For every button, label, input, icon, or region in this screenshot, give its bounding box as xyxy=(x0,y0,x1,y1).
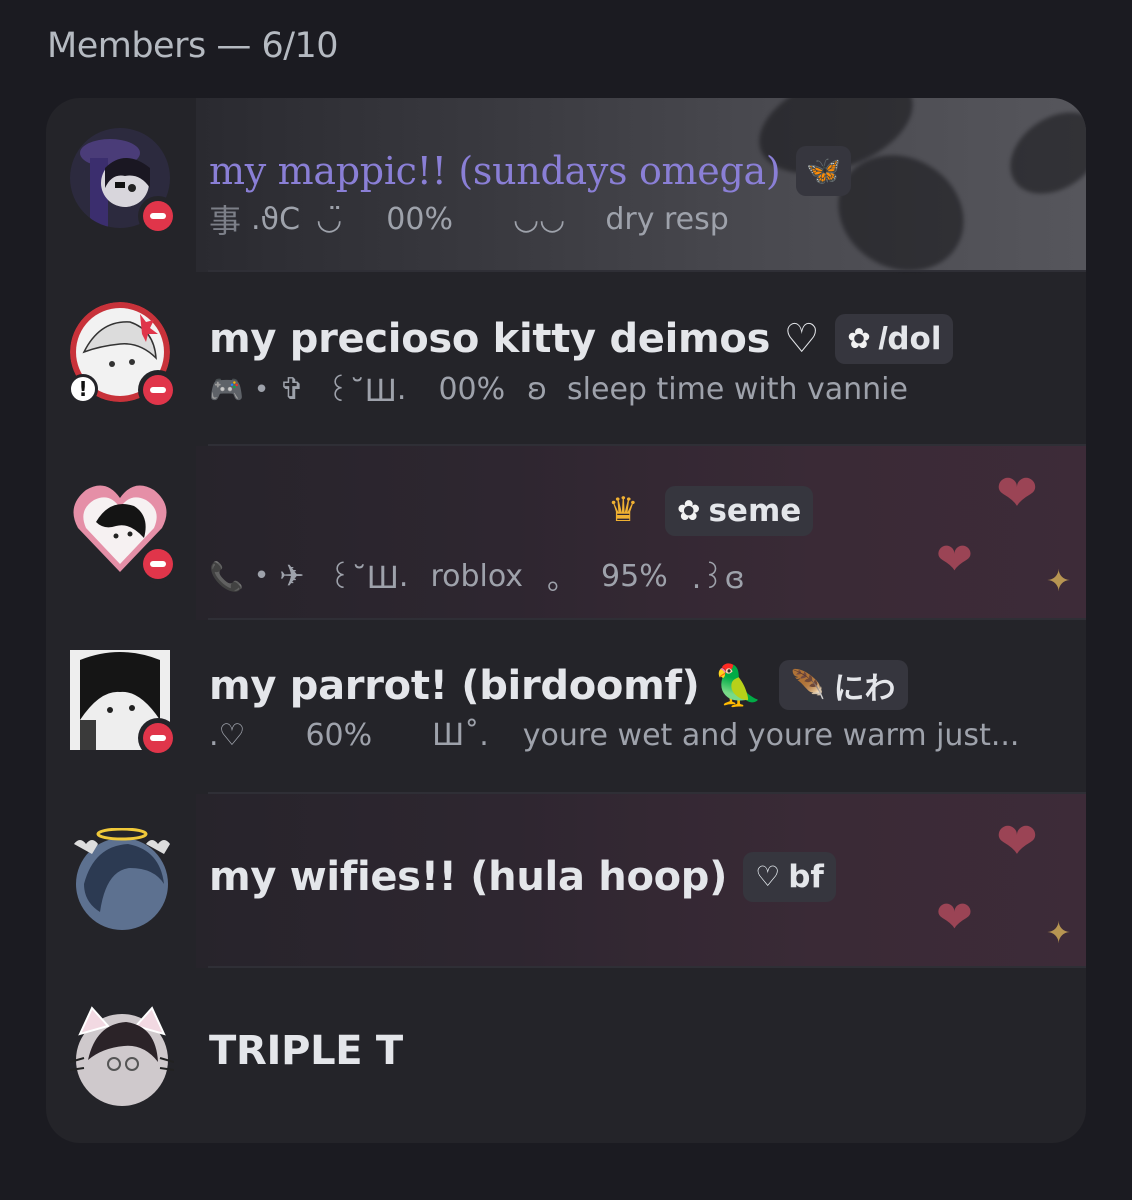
status-text: 事 xyxy=(209,202,242,240)
status-text: dry resp xyxy=(605,201,729,237)
member-name[interactable]: my mappic!! (sundays omega) xyxy=(209,149,781,193)
status-text: Ш˚. xyxy=(432,718,489,753)
status-text: youre wet and youre warm just... xyxy=(522,718,1020,753)
avatar[interactable] xyxy=(70,476,178,584)
status-text: ꒰˘Ш xyxy=(326,374,397,409)
avatar[interactable] xyxy=(70,128,178,236)
phone-call-icon: 📞 xyxy=(209,559,244,593)
member-row[interactable]: TRIPLE T xyxy=(46,968,1086,1142)
status-text: ✞ xyxy=(279,372,305,407)
sparkle-icon: ✦ xyxy=(1046,916,1072,951)
avatar[interactable] xyxy=(70,827,174,932)
status-text: sleep time with vannie xyxy=(567,372,908,407)
heart-icon: ♡ xyxy=(755,860,781,893)
crown-icon: ♛ xyxy=(608,490,639,530)
status-text: roblox xyxy=(430,558,524,594)
avatar[interactable]: ! xyxy=(68,302,178,410)
avatar[interactable] xyxy=(70,650,178,758)
avatar[interactable] xyxy=(69,1004,175,1108)
status-text: ʚ xyxy=(527,372,548,407)
server-tag-label: seme xyxy=(708,493,802,529)
winged-heart-icon: ❤ xyxy=(936,534,973,585)
member-name[interactable]: my precioso kitty deimos ♡ xyxy=(209,316,820,362)
server-tag-badge[interactable]: 🪶 にわ xyxy=(778,660,908,710)
avatar-image xyxy=(74,827,170,930)
alert-icon: ! xyxy=(68,374,98,404)
status-text: ✈ xyxy=(279,558,305,594)
status-text: .♡ xyxy=(209,718,246,753)
member-name[interactable]: my parrot! (birdoomf) 🦜 xyxy=(209,662,763,709)
butterfly-icon: 🦋 xyxy=(806,154,842,187)
flower-icon: ✿ xyxy=(847,322,871,355)
status-text: 。 xyxy=(547,562,578,597)
custom-status: 📞 • ✈ ꒰˘Ш . roblox 。 95% .꒱ɞ xyxy=(209,554,745,598)
separator: • xyxy=(253,374,270,405)
winged-heart-icon: ❤ xyxy=(936,892,973,943)
server-tag-badge[interactable]: ♡ bf xyxy=(743,852,836,902)
member-row[interactable]: my parrot! (birdoomf) 🦜 🪶 にわ .♡ 60% Ш˚. … xyxy=(46,620,1086,794)
status-text: .ϑC xyxy=(251,201,301,237)
status-text: . xyxy=(398,558,409,594)
custom-status: 🎮 • ✞ ꒰˘Ш . 00% ʚ sleep time with vannie xyxy=(209,370,908,409)
sparkle-icon: ✦ xyxy=(1046,564,1072,599)
custom-status: 事 .ϑC ◡̈ 00% ◡◡ dry resp xyxy=(209,196,729,242)
avatar-image xyxy=(69,1006,175,1106)
status-text: ꒰˘Ш xyxy=(328,560,399,596)
status-text: .꒱ɞ xyxy=(691,560,745,596)
flower-icon: ✿ xyxy=(677,494,701,527)
status-text: 00% xyxy=(438,372,506,407)
status-text: 60% xyxy=(305,718,373,753)
status-text: 00% xyxy=(386,201,453,237)
member-name[interactable]: my wifies!! (hula hoop) xyxy=(209,854,727,900)
status-text: . xyxy=(396,372,407,407)
member-list: my mappic!! (sundays omega) 🦋 事 .ϑC ◡̈ 0… xyxy=(46,98,1086,1143)
status-text: 95% xyxy=(601,558,668,594)
separator: • xyxy=(253,561,270,591)
member-name[interactable]: TRIPLE T xyxy=(209,1028,403,1074)
winged-heart-icon: ❤ xyxy=(996,812,1038,870)
server-tag-label: にわ xyxy=(833,670,896,707)
server-tag-badge[interactable]: ✿ 𝐼dol xyxy=(835,314,954,364)
members-section-header: Members — 6/10 xyxy=(47,26,339,66)
do-not-disturb-status-icon xyxy=(138,196,178,236)
member-row[interactable]: my mappic!! (sundays omega) 🦋 事 .ϑC ◡̈ 0… xyxy=(46,98,1086,294)
game-controller-icon: 🎮 xyxy=(209,373,244,406)
member-row[interactable]: ❤ ❤ ✦ my wifies!! (hula hoop) ♡ bf xyxy=(46,794,1086,968)
server-tag-label: bf xyxy=(788,859,824,895)
member-row[interactable]: ! my precioso kitty deimos ♡ ✿ 𝐼dol 🎮 • … xyxy=(46,272,1086,446)
do-not-disturb-status-icon xyxy=(138,718,178,758)
member-row[interactable]: ❤ ❤ ✦ ♛ ✿ seme 📞 • ✈ ꒰˘Ш . roblox 。 95% … xyxy=(46,446,1086,620)
custom-status: .♡ 60% Ш˚. youre wet and youre warm just… xyxy=(209,718,1019,753)
server-tag-badge[interactable]: 🦋 xyxy=(796,146,852,196)
do-not-disturb-status-icon xyxy=(138,544,178,584)
server-tag-label: 𝐼dol xyxy=(878,320,942,357)
do-not-disturb-status-icon xyxy=(138,370,178,410)
server-tag-badge[interactable]: ✿ seme xyxy=(665,486,814,536)
winged-heart-icon: ❤ xyxy=(996,464,1038,522)
feather-icon: 🪶 xyxy=(790,668,826,701)
status-text: ◡̈ xyxy=(316,201,343,237)
status-text: ◡◡ xyxy=(512,201,566,237)
